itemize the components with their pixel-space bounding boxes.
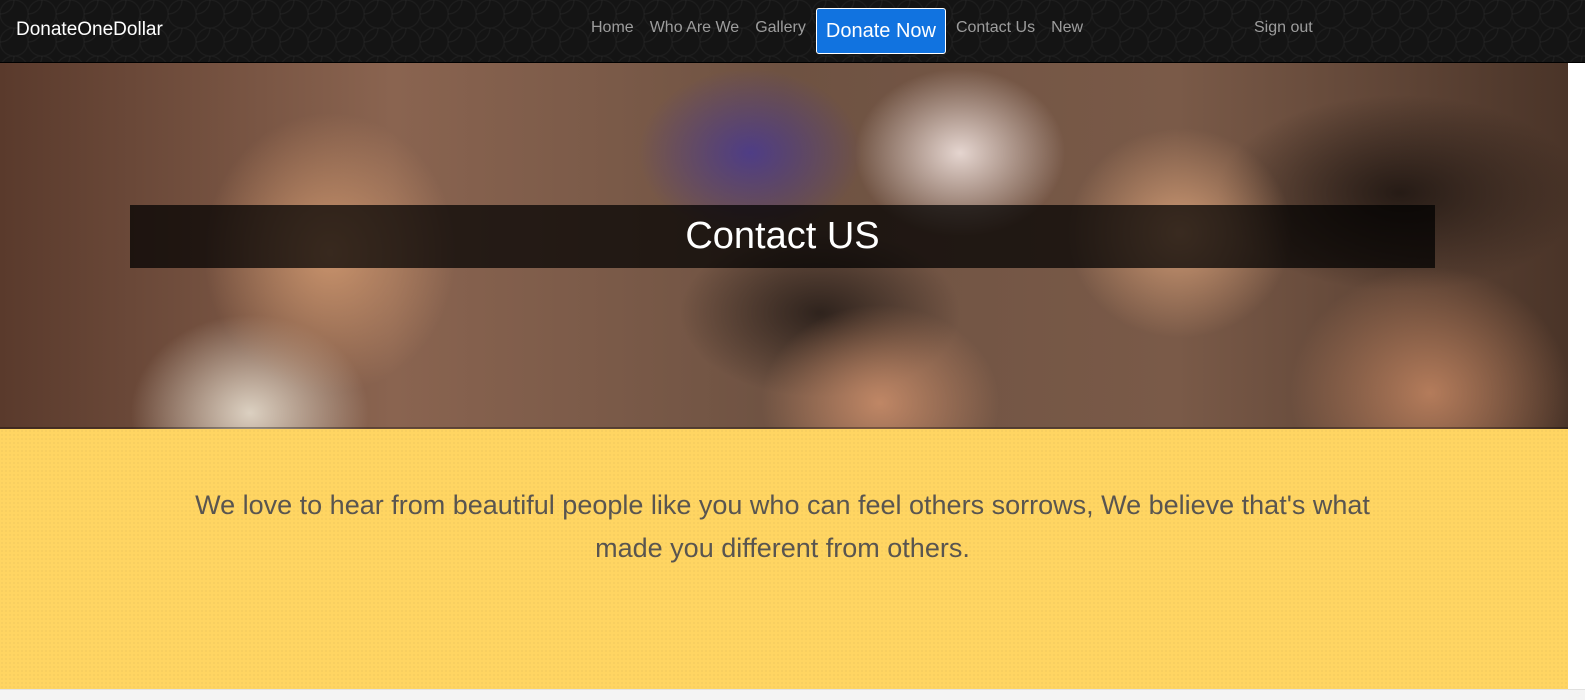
nav-contact-us-link[interactable]: Contact Us bbox=[948, 8, 1043, 54]
page-gutter bbox=[1568, 63, 1585, 689]
hero-banner-image: Contact US bbox=[0, 63, 1568, 429]
nav-gallery-link[interactable]: Gallery bbox=[747, 8, 814, 54]
donate-now-button[interactable]: Donate Now bbox=[815, 8, 946, 54]
nav-new-link[interactable]: New bbox=[1043, 8, 1091, 54]
intro-message: We love to hear from beautiful people li… bbox=[195, 490, 1370, 563]
main-nav: Home Who Are We Gallery Donate Now Conta… bbox=[583, 8, 1091, 54]
brand-logo-link[interactable]: DonateOneDollar bbox=[16, 19, 163, 41]
bottom-strip bbox=[0, 689, 1585, 700]
nav-home-link[interactable]: Home bbox=[583, 8, 642, 54]
hero-title-bar: Contact US bbox=[130, 205, 1435, 268]
nav-who-are-we-link[interactable]: Who Are We bbox=[642, 8, 748, 54]
sign-out-link[interactable]: Sign out bbox=[1254, 19, 1313, 37]
page-title: Contact US bbox=[685, 215, 880, 257]
top-navbar: DonateOneDollar Home Who Are We Gallery … bbox=[0, 0, 1585, 63]
message-section: We love to hear from beautiful people li… bbox=[0, 429, 1568, 689]
